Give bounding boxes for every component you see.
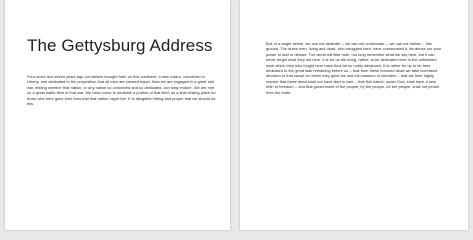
page-2-content: But, in a larger sense, we can not dedic… xyxy=(266,37,442,99)
document-page-1: The Gettysburg Address Four score and se… xyxy=(5,0,230,230)
page-1-content: The Gettysburg Address Four score and se… xyxy=(27,36,217,110)
document-page-2: But, in a larger sense, we can not dedic… xyxy=(240,0,468,230)
page-1-paragraph: Four score and seven years ago our fathe… xyxy=(27,74,216,107)
document-title: The Gettysburg Address xyxy=(27,36,213,55)
page-2-paragraph: But, in a larger sense, we can not dedic… xyxy=(266,40,442,95)
